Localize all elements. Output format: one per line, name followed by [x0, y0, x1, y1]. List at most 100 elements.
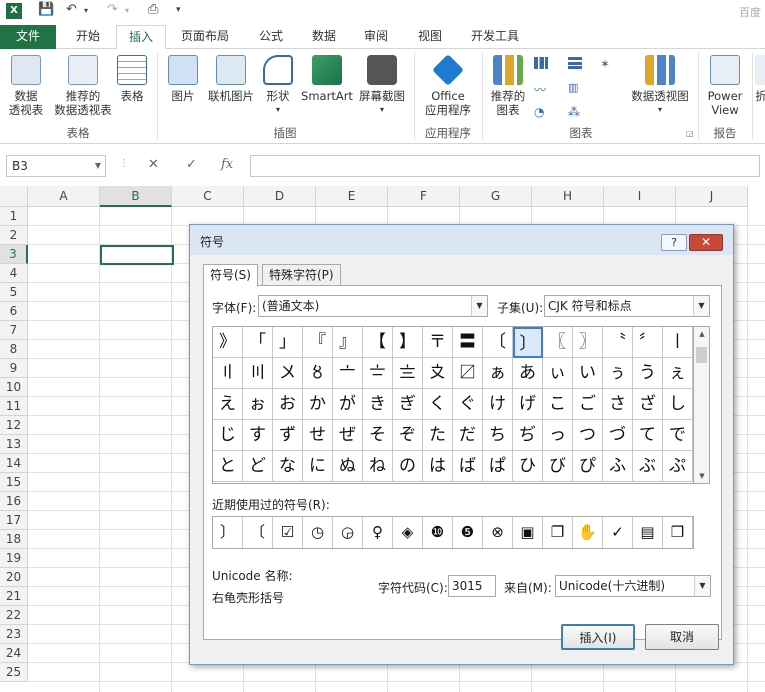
recent-symbol-cell[interactable]: ◈	[393, 517, 423, 548]
table-button[interactable]: 表格	[114, 55, 150, 103]
help-button[interactable]: ?	[661, 234, 687, 251]
symbol-grid[interactable]: 》「」『』【】〒〓〔〕〖〗〝〞〡〢〣〤〥〦〧〨〩〼ぁあぃいぅうぇえぉおかがきぎく…	[212, 326, 694, 484]
symbol-cell[interactable]: ぜ	[333, 420, 363, 451]
symbol-cell[interactable]: ぇ	[663, 358, 693, 389]
symbol-cell[interactable]: す	[243, 420, 273, 451]
recent-symbol-cell[interactable]: ❿	[423, 517, 453, 548]
save-icon[interactable]: 💾	[38, 2, 54, 17]
recent-symbol-cell[interactable]: ❺	[453, 517, 483, 548]
office-apps-button[interactable]: Office 应用程序	[418, 54, 478, 117]
bar-chart-icon[interactable]	[568, 57, 582, 69]
undo-icon[interactable]: ↶	[66, 2, 77, 17]
symbol-cell[interactable]: が	[333, 389, 363, 420]
row-header-19[interactable]: 19	[0, 549, 28, 568]
power-view-button[interactable]: Power View	[702, 55, 748, 117]
row-header-7[interactable]: 7	[0, 321, 28, 340]
row-header-2[interactable]: 2	[0, 226, 28, 245]
symbol-grid-scrollbar[interactable]: ▲ ▼	[694, 326, 710, 484]
symbol-cell[interactable]: け	[483, 389, 513, 420]
symbol-cell[interactable]: 〞	[633, 327, 663, 358]
symbol-cell[interactable]: し	[663, 389, 693, 420]
column-header-f[interactable]: F	[388, 186, 460, 207]
symbol-cell[interactable]: 〓	[453, 327, 483, 358]
symbol-cell[interactable]: ぉ	[243, 389, 273, 420]
symbol-cell[interactable]: い	[573, 358, 603, 389]
column-header-d[interactable]: D	[244, 186, 316, 207]
row-header-21[interactable]: 21	[0, 587, 28, 606]
row-header-3[interactable]: 3	[0, 245, 28, 264]
column-header-h[interactable]: H	[532, 186, 604, 207]
tab-developer[interactable]: 开发工具	[462, 25, 528, 49]
symbol-cell[interactable]: 〧	[363, 358, 393, 389]
recent-symbol-cell[interactable]: ◷	[303, 517, 333, 548]
dialog-launcher-icon[interactable]: ◲	[686, 129, 694, 138]
online-picture-button[interactable]: 联机图片	[204, 55, 258, 103]
row-header-11[interactable]: 11	[0, 397, 28, 416]
row-header-17[interactable]: 17	[0, 511, 28, 530]
print-preview-icon[interactable]: ⎙	[148, 2, 158, 17]
recent-symbol-cell[interactable]: ✋	[573, 517, 603, 548]
symbol-cell[interactable]: に	[303, 451, 333, 482]
row-header-25[interactable]: 25	[0, 663, 28, 682]
redo-icon[interactable]: ↷	[107, 2, 118, 17]
row-header-15[interactable]: 15	[0, 473, 28, 492]
symbol-cell[interactable]: 』	[333, 327, 363, 358]
symbol-cell[interactable]: ご	[573, 389, 603, 420]
row-header-12[interactable]: 12	[0, 416, 28, 435]
column-header-j[interactable]: J	[676, 186, 748, 207]
recent-symbol-cell[interactable]: ◶	[333, 517, 363, 548]
recent-symbol-cell[interactable]: ⊗	[483, 517, 513, 548]
symbol-cell[interactable]: は	[423, 451, 453, 482]
row-header-4[interactable]: 4	[0, 264, 28, 283]
symbol-cell[interactable]: え	[213, 389, 243, 420]
symbol-cell[interactable]: 」	[273, 327, 303, 358]
tab-symbols[interactable]: 符号(S)	[203, 264, 258, 287]
cancel-icon[interactable]: ✕	[148, 157, 159, 172]
subset-select[interactable]: CJK 符号和标点 ▼	[544, 295, 710, 317]
tab-review[interactable]: 审阅	[352, 25, 400, 49]
picture-button[interactable]: 图片	[164, 55, 202, 103]
column-header-a[interactable]: A	[28, 186, 100, 207]
tab-home[interactable]: 开始	[64, 25, 112, 49]
scroll-thumb[interactable]	[696, 347, 707, 363]
symbol-cell[interactable]: う	[633, 358, 663, 389]
symbol-cell[interactable]: ば	[453, 451, 483, 482]
symbol-cell[interactable]: き	[363, 389, 393, 420]
symbol-cell[interactable]: ど	[243, 451, 273, 482]
symbol-cell[interactable]: ぱ	[483, 451, 513, 482]
symbol-cell[interactable]: 〔	[483, 327, 513, 358]
cancel-button[interactable]: 取消	[645, 624, 719, 650]
symbol-cell[interactable]: 〕	[513, 327, 543, 358]
symbol-cell[interactable]: そ	[363, 420, 393, 451]
name-box-dropdown-icon[interactable]: ▼	[95, 156, 101, 176]
undo-dropdown-icon[interactable]: ▾	[84, 6, 88, 15]
symbol-cell[interactable]: 】	[393, 327, 423, 358]
recent-symbol-cell[interactable]: 〔	[243, 517, 273, 548]
tab-page-layout[interactable]: 页面布局	[172, 25, 238, 49]
column-header-i[interactable]: I	[604, 186, 676, 207]
from-select[interactable]: Unicode(十六进制) ▼	[555, 575, 711, 597]
customize-qat-icon[interactable]: ▾	[176, 5, 181, 15]
column-header-b[interactable]: B	[100, 186, 172, 207]
row-header-16[interactable]: 16	[0, 492, 28, 511]
tab-special-characters[interactable]: 特殊字符(P)	[262, 264, 341, 286]
pivot-chart-button[interactable]: 数据透视图 ▾	[628, 55, 692, 117]
from-dropdown-icon[interactable]: ▼	[694, 576, 710, 596]
symbol-cell[interactable]: く	[423, 389, 453, 420]
scroll-up-icon[interactable]: ▲	[694, 327, 710, 341]
screenshot-button[interactable]: 屏幕截图 ▾	[356, 55, 408, 117]
recent-symbol-cell[interactable]: ▣	[513, 517, 543, 548]
symbol-cell[interactable]: ず	[273, 420, 303, 451]
truncated-ribbon-button[interactable]: 折	[754, 55, 765, 103]
symbol-cell[interactable]: ぢ	[513, 420, 543, 451]
symbol-cell[interactable]: ち	[483, 420, 513, 451]
symbol-cell[interactable]: ぎ	[393, 389, 423, 420]
symbol-cell[interactable]: だ	[453, 420, 483, 451]
symbol-cell[interactable]: で	[663, 420, 693, 451]
tab-file[interactable]: 文件	[0, 25, 56, 49]
symbol-cell[interactable]: ざ	[633, 389, 663, 420]
symbol-cell[interactable]: か	[303, 389, 333, 420]
symbol-cell[interactable]: 〣	[243, 358, 273, 389]
recent-symbols-grid[interactable]: 〕〔 ☑ ◷ ◶ ♀ ◈ ❿ ❺ ⊗ ▣ ❐ ✋ ✓ ▤ ❒	[212, 516, 694, 549]
symbol-cell[interactable]: 〗	[573, 327, 603, 358]
